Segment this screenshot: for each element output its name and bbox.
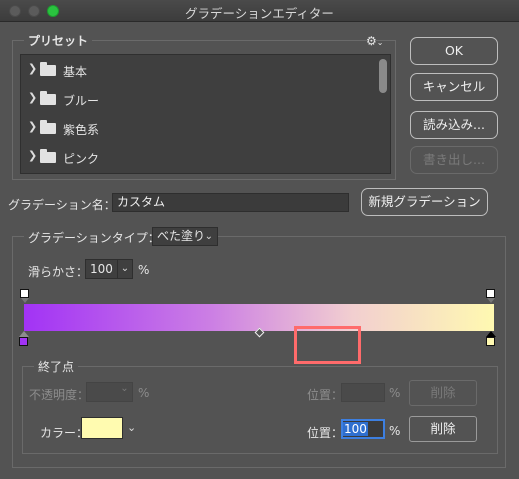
color-stop-right[interactable] bbox=[486, 337, 495, 346]
smoothness-label: 滑らかさ： bbox=[28, 265, 89, 279]
color-position-input[interactable]: 100 bbox=[341, 419, 385, 439]
opacity-stop-right[interactable] bbox=[486, 289, 495, 298]
smoothness-value: 100 bbox=[90, 262, 113, 276]
scrollbar-thumb[interactable] bbox=[379, 59, 387, 93]
gradient-type-label: グラデーションタイプ： bbox=[24, 229, 164, 246]
export-button[interactable]: 書き出し... bbox=[410, 146, 498, 174]
chevron-right-icon[interactable]: ❯ bbox=[28, 149, 37, 162]
smoothness-input[interactable]: 100 ⌄ bbox=[85, 259, 133, 279]
color-position-unit: % bbox=[389, 424, 401, 438]
opacity-position-unit: % bbox=[389, 386, 401, 400]
gradient-name-input[interactable]: カスタム bbox=[112, 193, 349, 212]
gradient-name-label: グラデーション名： bbox=[8, 198, 116, 212]
color-swatch[interactable] bbox=[81, 417, 123, 439]
smoothness-unit: % bbox=[138, 263, 150, 277]
chevron-right-icon[interactable]: ❯ bbox=[28, 120, 37, 133]
preset-folder-label: 紫色系 bbox=[63, 123, 100, 137]
preset-scrollbar[interactable] bbox=[378, 57, 388, 171]
preset-folder-label: 基本 bbox=[63, 65, 88, 79]
color-delete-button[interactable]: 削除 bbox=[409, 416, 477, 442]
presets-label: プリセット bbox=[24, 32, 93, 49]
folder-icon bbox=[40, 149, 56, 163]
gradient-type-select[interactable]: べた塗り ⌄ bbox=[152, 227, 218, 246]
chevron-down-icon: ⌄ bbox=[204, 231, 213, 242]
color-position-label: 位置： bbox=[307, 426, 344, 440]
chevron-down-icon[interactable]: ⌄ bbox=[117, 383, 132, 401]
window-title: グラデーションエディター bbox=[185, 6, 334, 21]
opacity-stop-left[interactable] bbox=[20, 289, 29, 298]
gear-icon[interactable]: ⚙⌄ bbox=[366, 34, 383, 48]
load-button[interactable]: 読み込み... bbox=[410, 111, 498, 139]
folder-icon bbox=[40, 91, 56, 105]
opacity-delete-button[interactable]: 削除 bbox=[409, 380, 477, 406]
opacity-stop-left-pointer bbox=[21, 298, 29, 303]
preset-folder-label: ピンク bbox=[63, 152, 100, 166]
color-position-value: 100 bbox=[343, 422, 368, 436]
chevron-down-icon[interactable]: ⌄ bbox=[117, 260, 132, 278]
preset-folder-item[interactable]: ❯ 紫色系 bbox=[21, 114, 376, 143]
chevron-right-icon[interactable]: ❯ bbox=[28, 62, 37, 75]
folder-icon bbox=[40, 62, 56, 76]
preset-list[interactable]: ❯ 基本 ❯ ブルー ❯ 紫色系 ❯ ピンク bbox=[20, 54, 391, 174]
preset-folder-item[interactable]: ❯ ブルー bbox=[21, 85, 376, 114]
preset-folder-item[interactable]: ❯ ピンク bbox=[21, 143, 376, 172]
highlight-annotation bbox=[294, 326, 361, 364]
chevron-right-icon[interactable]: ❯ bbox=[28, 91, 37, 104]
opacity-position-label: 位置： bbox=[307, 388, 344, 402]
new-gradient-button[interactable]: 新規グラデーション bbox=[361, 188, 488, 216]
color-stop-left[interactable] bbox=[19, 337, 28, 346]
cancel-button[interactable]: キャンセル bbox=[410, 73, 498, 101]
opacity-stop-right-pointer bbox=[487, 298, 495, 303]
preset-folder-item[interactable]: ❯ 基本 bbox=[21, 56, 376, 85]
title-bar: グラデーションエディター bbox=[0, 0, 519, 22]
gradient-type-value: べた塗り bbox=[157, 229, 206, 243]
folder-icon bbox=[40, 120, 56, 134]
opacity-unit: % bbox=[138, 386, 150, 400]
preset-folder-label: ブルー bbox=[63, 94, 100, 108]
stops-section-label: 終了点 bbox=[34, 358, 79, 375]
opacity-input[interactable]: ⌄ bbox=[86, 382, 133, 402]
opacity-label: 不透明度： bbox=[29, 388, 90, 402]
ok-button[interactable]: OK bbox=[410, 37, 498, 65]
opacity-position-input[interactable] bbox=[341, 383, 385, 402]
chevron-down-icon[interactable]: ⌄ bbox=[127, 421, 136, 434]
